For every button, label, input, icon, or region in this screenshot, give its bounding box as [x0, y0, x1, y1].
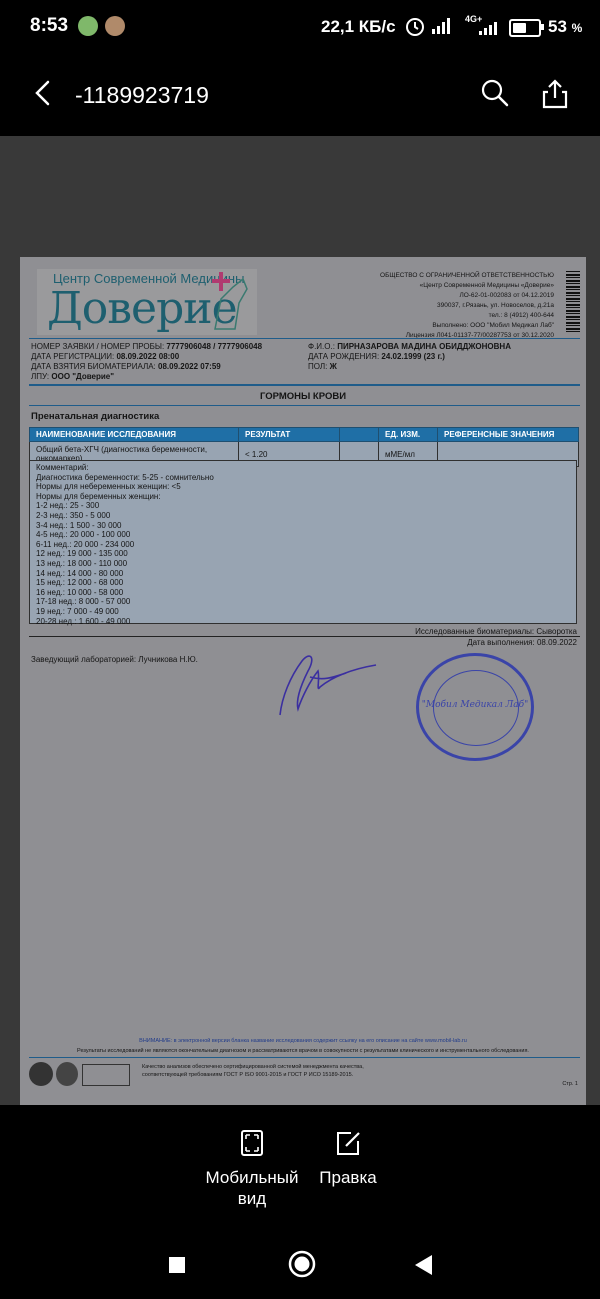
column-header: РЕЗУЛЬТАТ [238, 427, 340, 442]
back-arrow-icon[interactable] [30, 78, 56, 108]
completion-date: Дата выполнения: 08.09.2022 [467, 638, 577, 647]
alarm-icon [406, 18, 424, 36]
document-page: Центр Современной Медицины Доверие ОБЩЕС… [20, 257, 586, 1105]
comment-line: 15 нед.: 12 000 - 68 000 [36, 578, 124, 588]
stamp-text: "Мобил Медикал Лаб" [421, 700, 529, 710]
comment-line: 17-18 нед.: 8 000 - 57 000 [36, 597, 131, 607]
barcode [566, 271, 580, 333]
lab-stamp: "Мобил Медикал Лаб" [416, 653, 534, 761]
footer-attention: ВНИМАНИЕ: в электронной версии бланка на… [139, 1038, 467, 1044]
org-line: тел.: 8 (4912) 400-644 [488, 312, 554, 319]
comment-line: 1-2 нед.: 25 - 300 [36, 501, 100, 511]
subsection-title: Пренатальная диагностика [31, 411, 160, 422]
section-title: ГОРМОНЫ КРОВИ [259, 391, 347, 402]
logo-cross-hand-icon [212, 272, 248, 330]
org-line: ОБЩЕСТВО С ОГРАНИЧЕННОЙ ОТВЕТСТВЕННОСТЬЮ [380, 272, 554, 279]
comment-line: 20-28 нед.: 1 600 - 49 000 [36, 616, 131, 626]
patient-info: Ф.И.О.: ПИРНАЗАРОВА МАДИНА ОБИДДЖОНОВНА … [308, 342, 511, 372]
comment-line: 16 нед.: 10 000 - 58 000 [36, 587, 124, 597]
org-line: ЛО-62-01-002083 от 04.12.2019 [459, 292, 554, 299]
battery-percent: 53 % [548, 17, 583, 36]
edit-button[interactable]: Правка [312, 1129, 384, 1188]
comment-line: 6-11 нед.: 20 000 - 234 000 [36, 539, 135, 549]
back-triangle-icon[interactable] [412, 1253, 436, 1277]
edit-icon [337, 1132, 360, 1155]
document-title: -1189923719 [75, 82, 209, 108]
patient-name-row: Ф.И.О.: ПИРНАЗАРОВА МАДИНА ОБИДДЖОНОВНА [308, 342, 511, 351]
home-circle-icon[interactable] [286, 1248, 318, 1280]
app-notification-icon [105, 16, 125, 36]
comment-line: 19 нед.: 7 000 - 49 000 [36, 606, 119, 616]
comment-line: Диагностика беременности: 5-25 - сомните… [36, 472, 214, 482]
registration-date-row: ДАТА РЕГИСТРАЦИИ: 08.09.2022 08:00 [31, 352, 180, 361]
column-header: НАИМЕНОВАНИЕ ИССЛЕДОВАНИЯ [29, 427, 239, 442]
column-header: ЕД. ИЗМ. [378, 427, 438, 442]
comment-line: 2-3 нед.: 350 - 5 000 [36, 510, 111, 520]
request-number-row: НОМЕР ЗАЯВКИ / НОМЕР ПРОБЫ: 7777906048 /… [31, 342, 263, 351]
app-notification-icon [78, 16, 98, 36]
share-icon[interactable] [540, 78, 570, 110]
comment-line: 13 нед.: 18 000 - 110 000 [36, 558, 128, 568]
status-bar: 8:53 22,1 КБ/с 4G+ 53 % [0, 0, 600, 58]
certification-logo-icon [29, 1062, 53, 1086]
certification-logo-icon [82, 1064, 130, 1086]
request-info: НОМЕР ЗАЯВКИ / НОМЕР ПРОБЫ: 7777906048 /… [31, 342, 262, 382]
quality-note: Качество анализов обеспечено сертифициро… [142, 1064, 364, 1078]
system-nav-bar [0, 1227, 600, 1299]
page-number: Стр. 1 [562, 1081, 578, 1087]
organization-info: ОБЩЕСТВО С ОГРАНИЧЕННОЙ ОТВЕТСТВЕННОСТЬЮ… [380, 271, 554, 341]
org-line: 390037, г.Рязань, ул. Новоселов, д.21а [437, 302, 554, 309]
comment-line: 14 нед.: 14 000 - 80 000 [36, 568, 124, 578]
biomaterial-info: Исследованные биоматериалы: Сыворотка [415, 627, 577, 636]
document-viewer[interactable]: Центр Современной Медицины Доверие ОБЩЕС… [0, 136, 600, 1105]
comment-line: Нормы для беременных женщин: [36, 491, 161, 501]
comment-line: Комментарий: [36, 463, 89, 472]
comment-line: 12 нед.: 19 000 - 135 000 [36, 549, 128, 559]
org-line: Лицензия Л041-01137-77/00287753 от 30.12… [405, 332, 554, 339]
signature-icon [279, 655, 377, 716]
divider [29, 405, 580, 406]
bottom-action-bar: Мобильный вид Правка [0, 1105, 600, 1227]
clinic-logo: Центр Современной Медицины Доверие [37, 269, 257, 335]
org-line: «Центр Современной Медицины «Доверие» [419, 282, 554, 289]
column-header [339, 427, 379, 442]
comment-line: 4-5 нед.: 20 000 - 100 000 [36, 530, 131, 540]
recents-square-icon[interactable] [166, 1254, 188, 1276]
column-header: РЕФЕРЕНСНЫЕ ЗНАЧЕНИЯ [437, 427, 579, 442]
certification-logo-icon [56, 1062, 78, 1086]
divider [29, 338, 580, 339]
signal-icon [432, 18, 450, 34]
divider [29, 1057, 580, 1058]
org-line: Выполнено: ООО "Мобил Медикал Лаб" [432, 322, 554, 329]
sampling-date-row: ДАТА ВЗЯТИЯ БИОМАТЕРИАЛА: 08.09.2022 07:… [31, 362, 221, 371]
mobile-view-button[interactable]: Мобильный вид [200, 1129, 304, 1209]
mobile-view-icon [241, 1130, 263, 1156]
battery-icon [509, 19, 544, 37]
comment-line: 3-4 нед.: 1 500 - 30 000 [36, 520, 122, 530]
birth-date-row: ДАТА РОЖДЕНИЯ: 24.02.1999 (23 г.) [308, 352, 445, 361]
network-speed: 22,1 КБ/с [321, 17, 396, 36]
app-toolbar: -1189923719 [0, 58, 600, 136]
footer-disclaimer: Результаты исследований не являются окон… [77, 1048, 529, 1054]
divider [29, 636, 580, 637]
sex-row: ПОЛ: Ж [308, 362, 337, 371]
status-time: 8:53 [30, 15, 69, 36]
search-icon[interactable] [480, 78, 510, 108]
lpu-row: ЛПУ: ООО "Доверие" [31, 372, 115, 381]
signal-icon [479, 22, 497, 35]
table-header-row: НАИМЕНОВАНИЕ ИССЛЕДОВАНИЯ РЕЗУЛЬТАТ ЕД. … [29, 427, 579, 442]
lab-head: Заведующий лабораторией: Лучникова Н.Ю. [31, 655, 198, 664]
comment-line: Нормы для небеременных женщин: <5 [36, 482, 181, 492]
comment-block: Комментарий: Диагностика беременности: 5… [29, 460, 577, 626]
divider [29, 384, 580, 386]
